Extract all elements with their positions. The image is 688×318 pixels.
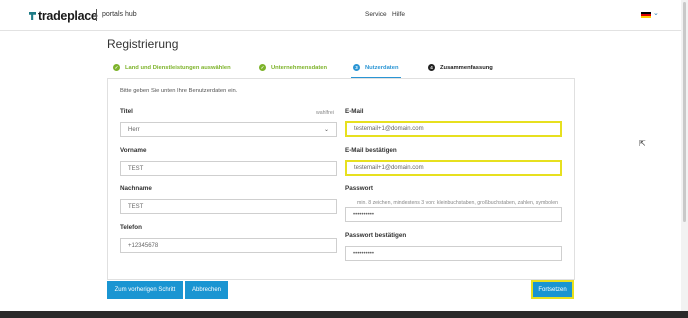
first-name-field[interactable]: TEST — [120, 161, 337, 176]
phone-value: +12345678 — [128, 242, 159, 249]
logo-mark-icon — [29, 12, 36, 20]
brand-logo[interactable]: tradeplace — [29, 9, 98, 23]
password-label: Passwort — [345, 185, 373, 192]
cancel-button[interactable]: Abbrechen — [185, 281, 228, 299]
phone-field[interactable]: +12345678 — [120, 238, 337, 253]
brand-name: tradeplace — [38, 9, 98, 23]
first-name-label: Vorname — [120, 147, 147, 154]
email-label: E-Mail — [345, 108, 364, 115]
tab-label: Nutzerdaten — [365, 64, 399, 71]
email-confirm-label: E-Mail bestätigen — [345, 147, 397, 154]
nav-help-link[interactable]: Hilfe — [392, 11, 405, 18]
tab-country-services[interactable]: ✓ Land und Dienstleistungen auswählen — [113, 58, 231, 77]
portal-hub-label: portals hub — [102, 11, 137, 18]
phone-label: Telefon — [120, 224, 142, 231]
tab-label: Land und Dienstleistungen auswählen — [125, 64, 231, 71]
last-name-label: Nachname — [120, 185, 152, 192]
email-confirm-field[interactable]: testemail+1@domain.com — [345, 160, 562, 176]
first-name-value: TEST — [128, 165, 144, 172]
continue-button[interactable]: Fortsetzen — [531, 280, 574, 299]
email-value: testemail+1@domain.com — [354, 126, 424, 132]
step-tabs: ✓ Land und Dienstleistungen auswählen ✓ … — [107, 58, 574, 78]
tab-company-data[interactable]: ✓ Unternehmensdaten — [259, 58, 327, 77]
email-field[interactable]: testemail+1@domain.com — [345, 121, 562, 137]
password-field[interactable]: •••••••••• — [345, 207, 562, 222]
last-name-value: TEST — [128, 203, 144, 210]
title-select[interactable]: Herr ⌄ — [120, 122, 337, 137]
germany-flag-icon[interactable] — [641, 12, 651, 18]
mouse-cursor-icon: ⇱ — [639, 139, 646, 148]
tab-label: Zusammenfassung — [440, 64, 493, 71]
step-number-badge: 4 — [428, 64, 435, 71]
password-confirm-field[interactable]: •••••••••• — [345, 246, 562, 261]
title-label: Titel — [120, 108, 133, 115]
last-name-field[interactable]: TEST — [120, 199, 337, 214]
email-confirm-value: testemail+1@domain.com — [354, 165, 424, 171]
tab-summary[interactable]: 4 Zusammenfassung — [428, 58, 493, 77]
previous-step-button[interactable]: Zum vorherigen Schritt — [107, 281, 183, 299]
step-number-badge: 3 — [353, 64, 360, 71]
password-confirm-label: Passwort bestätigen — [345, 232, 407, 239]
form-intro: Bitte geben Sie unten Ihre Benutzerdaten… — [120, 88, 238, 94]
tab-user-data[interactable]: 3 Nutzerdaten — [351, 58, 401, 78]
nav-service-link[interactable]: Service — [365, 11, 387, 18]
check-icon: ✓ — [113, 64, 120, 71]
page-title: Registrierung — [107, 37, 179, 51]
password-hint: min. 8 zeichen, mindestens 3 von: kleinb… — [357, 200, 558, 206]
scrollbar-thumb[interactable] — [683, 2, 686, 222]
password-value: •••••••••• — [353, 211, 375, 218]
password-confirm-value: •••••••••• — [353, 250, 375, 257]
chevron-down-icon[interactable]: ⌄ — [653, 9, 659, 17]
tab-label: Unternehmensdaten — [271, 64, 328, 71]
top-bar: tradeplace portals hub Service Hilfe ⌄ — [0, 0, 681, 31]
check-icon: ✓ — [259, 64, 266, 71]
logo-divider — [96, 9, 97, 21]
optional-hint: wahlfrei — [316, 110, 334, 116]
bottom-bar — [0, 311, 688, 318]
title-select-value: Herr — [128, 126, 140, 133]
chevron-down-icon: ⌄ — [323, 127, 329, 133]
